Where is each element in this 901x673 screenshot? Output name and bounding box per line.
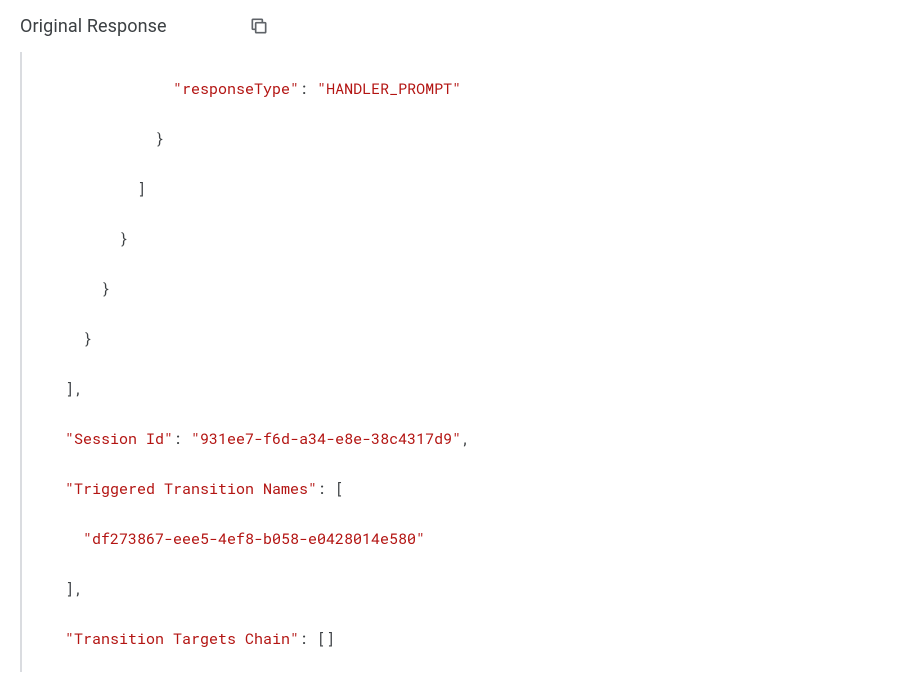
code-line: }: [47, 277, 901, 302]
code-line: }: [47, 227, 901, 252]
panel-title: Original Response: [20, 16, 167, 37]
code-line: }: [47, 327, 901, 352]
code-line: "df273867-eee5-4ef8-b058-e0428014e580": [47, 527, 901, 552]
code-line: "Session Id": "931ee7-f6d-a34-e8e-38c431…: [47, 427, 901, 452]
json-code-block[interactable]: "responseType": "HANDLER_PROMPT" } ] } }…: [20, 52, 901, 672]
panel-header: Original Response: [0, 0, 295, 52]
copy-icon: [249, 16, 269, 36]
code-line: ]: [47, 177, 901, 202]
code-line: "Triggered Transition Names": [: [47, 477, 901, 502]
code-line: "responseType": "HANDLER_PROMPT": [47, 77, 901, 102]
code-line: ],: [47, 377, 901, 402]
copy-button[interactable]: [243, 10, 275, 42]
code-line: }: [47, 127, 901, 152]
code-line: "Transition Targets Chain": []: [47, 627, 901, 652]
code-line: ],: [47, 577, 901, 602]
